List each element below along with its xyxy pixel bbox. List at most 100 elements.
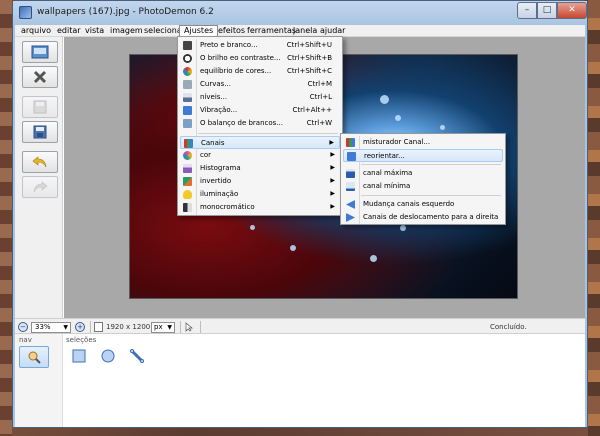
submenu-item-canais-deslocamento-direita[interactable]: Canais de deslocamento para a direita bbox=[343, 211, 503, 224]
submenu-arrow-icon: ▶ bbox=[329, 139, 334, 146]
save-button[interactable] bbox=[22, 96, 58, 118]
redo-icon bbox=[33, 181, 48, 193]
submenu-arrow-icon: ▶ bbox=[330, 203, 335, 210]
menu-item-invertido[interactable]: invertido ▶ bbox=[180, 175, 340, 188]
min-channel-icon bbox=[346, 182, 355, 191]
black-white-icon bbox=[183, 41, 192, 50]
line-select-button[interactable] bbox=[129, 348, 145, 364]
submenu-arrow-icon: ▶ bbox=[330, 164, 335, 171]
zoom-out-button[interactable]: − bbox=[18, 322, 28, 332]
submenu-item-mudanca-canais-esquerdo[interactable]: Mudança canais esquerdo bbox=[343, 198, 503, 211]
histogram-icon bbox=[183, 164, 192, 173]
selections-label: seleções bbox=[66, 336, 97, 344]
shift-left-icon bbox=[346, 200, 355, 209]
undo-button[interactable] bbox=[22, 151, 58, 173]
menu-item-preto-e-branco[interactable]: Preto e branco... Ctrl+Shift+U bbox=[180, 39, 340, 52]
tool-options-panel: nav seleções bbox=[15, 334, 585, 427]
image-size-icon bbox=[94, 322, 103, 332]
image-size-text: 1920 x 1200 bbox=[106, 323, 151, 331]
close-image-button[interactable] bbox=[22, 66, 58, 88]
rect-select-button[interactable] bbox=[71, 348, 87, 364]
menu-separator bbox=[361, 164, 501, 165]
undo-icon bbox=[32, 156, 47, 168]
save-as-icon bbox=[33, 125, 47, 139]
menu-separator bbox=[361, 195, 501, 196]
minimize-button[interactable]: – bbox=[517, 2, 537, 19]
rechannel-icon bbox=[347, 152, 356, 161]
menu-item-curvas[interactable]: Curvas... Ctrl+M bbox=[180, 78, 340, 91]
status-separator bbox=[90, 321, 91, 333]
status-separator bbox=[180, 321, 181, 333]
submenu-arrow-icon: ▶ bbox=[330, 190, 335, 197]
line-select-icon bbox=[130, 349, 144, 363]
brightness-icon bbox=[183, 54, 192, 63]
menu-item-vibracao[interactable]: Vibração... Ctrl+Alt++ bbox=[180, 104, 340, 117]
redo-button[interactable] bbox=[22, 176, 58, 198]
desktop-background-right bbox=[588, 0, 600, 436]
title-bar[interactable]: wallpapers (167).jpg - PhotoDemon 6.2 – … bbox=[13, 1, 587, 25]
chevron-down-icon: ▼ bbox=[167, 324, 172, 331]
chevron-down-icon: ▼ bbox=[63, 324, 68, 331]
unit-select[interactable]: px ▼ bbox=[151, 322, 175, 333]
vibrance-icon bbox=[183, 106, 192, 115]
submenu-item-misturador-canal[interactable]: misturador Canal... bbox=[343, 136, 503, 149]
invert-icon bbox=[183, 177, 192, 186]
color-balance-icon bbox=[183, 67, 192, 76]
nav-tool-button[interactable] bbox=[19, 346, 49, 368]
max-channel-icon bbox=[346, 169, 355, 178]
submenu-item-canal-maxima[interactable]: canal máxima bbox=[343, 167, 503, 180]
menu-item-iluminacao[interactable]: iluminação ▶ bbox=[180, 188, 340, 201]
menu-item-niveis[interactable]: níveis... Ctrl+L bbox=[180, 91, 340, 104]
desktop-background-left bbox=[0, 0, 12, 436]
menu-item-canais[interactable]: Canais ▶ bbox=[180, 136, 340, 149]
shift-right-icon bbox=[346, 213, 355, 222]
zoom-select[interactable]: 33% ▼ bbox=[31, 322, 71, 333]
save-disabled-icon bbox=[33, 100, 47, 114]
submenu-arrow-icon: ▶ bbox=[330, 177, 335, 184]
status-bar: − 33% ▼ + 1920 x 1200 px ▼ Concluído. bbox=[15, 318, 585, 334]
ellipse-select-button[interactable] bbox=[100, 348, 116, 364]
menu-vista[interactable]: vista bbox=[81, 25, 108, 37]
maximize-button[interactable]: □ bbox=[537, 2, 557, 19]
white-balance-icon bbox=[183, 119, 192, 128]
lighting-icon bbox=[183, 190, 192, 199]
nav-panel: nav bbox=[15, 334, 63, 427]
zoom-value: 33% bbox=[35, 323, 51, 331]
unit-value: px bbox=[154, 323, 163, 331]
hand-tool-icon bbox=[28, 351, 41, 364]
menu-separator bbox=[198, 133, 338, 134]
monochrome-icon bbox=[183, 203, 192, 212]
open-image-button[interactable] bbox=[22, 41, 58, 63]
left-toolbar bbox=[15, 37, 63, 318]
menu-arquivo[interactable]: arquivo bbox=[17, 25, 55, 37]
menu-item-histograma[interactable]: Histograma ▶ bbox=[180, 162, 340, 175]
curves-icon bbox=[183, 80, 192, 89]
rectangle-select-icon bbox=[72, 349, 86, 363]
canais-submenu: misturador Canal... reorientar... canal … bbox=[340, 133, 506, 225]
save-as-button[interactable] bbox=[22, 121, 58, 143]
menu-editar[interactable]: editar bbox=[53, 25, 85, 37]
levels-icon bbox=[183, 93, 192, 102]
menu-item-balanco-brancos[interactable]: O balanço de brancos... Ctrl+W bbox=[180, 117, 340, 130]
close-button[interactable]: ✕ bbox=[557, 2, 587, 19]
submenu-arrow-icon: ▶ bbox=[330, 151, 335, 158]
submenu-item-canal-minima[interactable]: canal mínima bbox=[343, 180, 503, 193]
menu-item-equilibrio-cores[interactable]: equilíbrio de cores... Ctrl+Shift+C bbox=[180, 65, 340, 78]
zoom-in-button[interactable]: + bbox=[75, 322, 85, 332]
menu-item-cor[interactable]: cor ▶ bbox=[180, 149, 340, 162]
menu-item-monocromatico[interactable]: monocromático ▶ bbox=[180, 201, 340, 214]
photodemon-app-icon bbox=[19, 6, 32, 19]
nav-label: nav bbox=[19, 336, 32, 344]
channel-mixer-icon bbox=[346, 138, 355, 147]
cursor-position-icon bbox=[185, 322, 193, 332]
channels-icon bbox=[184, 139, 193, 148]
submenu-item-reorientar[interactable]: reorientar... bbox=[343, 149, 503, 162]
color-icon bbox=[183, 151, 192, 160]
status-message: Concluído. bbox=[490, 323, 527, 331]
open-image-icon bbox=[31, 45, 49, 59]
ajustes-dropdown-menu: Preto e branco... Ctrl+Shift+U O brilho … bbox=[177, 36, 343, 216]
window-title: wallpapers (167).jpg - PhotoDemon 6.2 bbox=[37, 7, 214, 17]
status-separator bbox=[200, 321, 201, 333]
menu-item-brilho-contraste[interactable]: O brilho eo contraste... Ctrl+Shift+B bbox=[180, 52, 340, 65]
ellipse-select-icon bbox=[101, 349, 115, 363]
